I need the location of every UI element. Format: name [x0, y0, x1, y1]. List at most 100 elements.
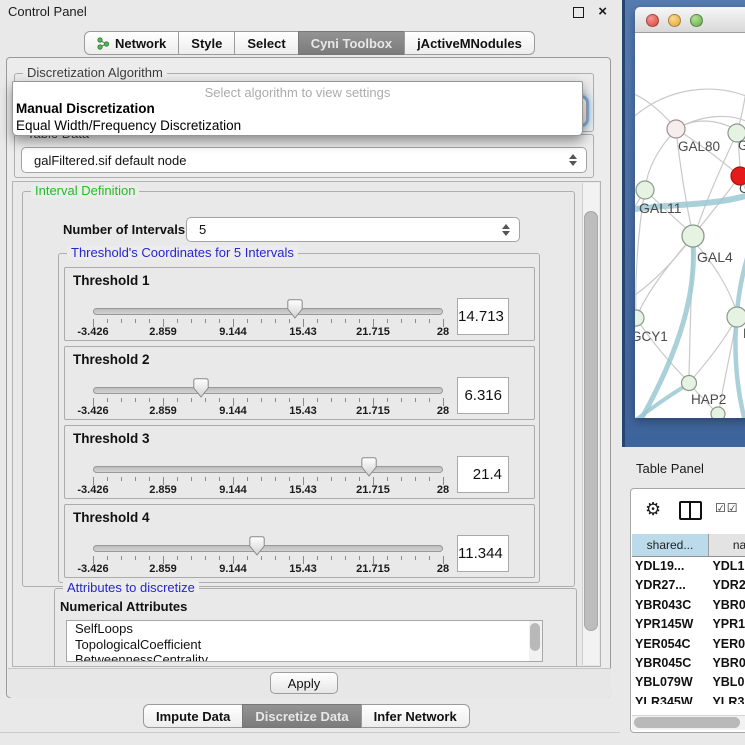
table-row[interactable]: YBL079WYBL0: [632, 673, 745, 692]
slider-tick: [387, 319, 388, 323]
cell-shared-name[interactable]: YBR043C: [632, 596, 708, 615]
threshold-4-label: Threshold 4: [73, 510, 150, 525]
network-window-titlebar[interactable]: [635, 7, 745, 33]
number-of-intervals-combobox[interactable]: 5: [186, 217, 520, 242]
threshold-1-slider-track[interactable]: [93, 308, 443, 315]
threshold-3-value-field[interactable]: 21.4: [457, 456, 509, 493]
threshold-2-slider-thumb[interactable]: [193, 378, 209, 398]
table-row[interactable]: YLR345WYLR3: [632, 693, 745, 704]
node-gal4[interactable]: [682, 225, 704, 247]
threshold-1-slider-thumb[interactable]: [287, 299, 303, 319]
dropdown-option-equal-width-frequency[interactable]: Equal Width/Frequency Discretization: [13, 117, 582, 134]
cell-shared-name[interactable]: YPR145W: [632, 615, 708, 634]
slider-tick: [177, 556, 178, 560]
column-header-name[interactable]: na: [709, 534, 745, 556]
network-canvas[interactable]: GAL80 G C GAL11 GAL4 GCY1 H HAP2: [635, 33, 745, 418]
attributes-list-scrollbar[interactable]: [529, 621, 542, 661]
cell-shared-name[interactable]: YER054C: [632, 635, 708, 654]
table-row[interactable]: YBR043CYBR0: [632, 596, 745, 615]
attribute-list-item[interactable]: TopologicalCoefficient: [67, 637, 542, 653]
network-view-window[interactable]: GAL80 G C GAL11 GAL4 GCY1 H HAP2: [635, 7, 745, 418]
slider-tick: [275, 477, 276, 481]
mac-minimize-button[interactable]: [668, 14, 681, 27]
cell-name[interactable]: YPR1: [708, 615, 745, 634]
cell-name[interactable]: YBR0: [708, 596, 745, 615]
node-gal80[interactable]: [667, 120, 685, 138]
tab-network-label: Network: [115, 36, 166, 51]
node-label-hap2: HAP2: [691, 392, 726, 407]
slider-tick: [219, 556, 220, 560]
cell-shared-name[interactable]: YDR27...: [632, 576, 708, 595]
table-row[interactable]: YBR045CYBR0: [632, 654, 745, 673]
slider-tick: [401, 477, 402, 481]
threshold-4-slider-thumb[interactable]: [249, 536, 265, 556]
cell-shared-name[interactable]: YBR045C: [632, 654, 708, 673]
tab-discretize-data[interactable]: Discretize Data: [242, 704, 361, 728]
close-icon[interactable]: ×: [598, 2, 607, 22]
threshold-2-slider-track[interactable]: [93, 387, 443, 394]
scale-tick-label: 9.144: [219, 326, 247, 338]
interval-definition-title: Interval Definition: [31, 184, 139, 198]
cell-shared-name[interactable]: YBL079W: [632, 673, 708, 692]
numerical-attributes-list[interactable]: SelfLoopsTopologicalCoefficientBetweenne…: [66, 620, 543, 662]
tab-select[interactable]: Select: [234, 31, 298, 55]
table-row[interactable]: YPR145WYPR1: [632, 615, 745, 634]
slider-tick: [191, 398, 192, 402]
table-data-group: Table Data galFiltered.sif default node: [14, 134, 594, 178]
float-window-icon[interactable]: [573, 7, 584, 18]
dropdown-option-manual-discretization[interactable]: Manual Discretization: [13, 100, 582, 117]
tab-jactivemnodules[interactable]: jActiveMNodules: [404, 31, 535, 55]
tab-infer-network[interactable]: Infer Network: [361, 704, 470, 728]
settings-scrollbar-thumb[interactable]: [584, 211, 598, 631]
table-data-combobox[interactable]: galFiltered.sif default node: [21, 147, 587, 173]
columns-icon[interactable]: [679, 501, 702, 520]
table-row[interactable]: YDL19...YDL1: [632, 557, 745, 576]
slider-scale-labels: -3.4262.8599.14415.4321.71528: [93, 563, 443, 575]
cell-name[interactable]: YBL0: [708, 673, 745, 692]
slider-tick: [247, 477, 248, 481]
column-header-shared[interactable]: shared...: [632, 534, 709, 556]
attributes-to-discretize-title: Attributes to discretize: [63, 581, 199, 595]
mac-zoom-button[interactable]: [690, 14, 703, 27]
attribute-list-item[interactable]: BetweennessCentrality: [67, 652, 542, 662]
gear-icon[interactable]: ⚙: [645, 499, 661, 519]
mac-close-button[interactable]: [646, 14, 659, 27]
slider-tick: [331, 319, 332, 323]
tab-network[interactable]: Network: [84, 31, 179, 55]
cell-name[interactable]: YER0: [708, 635, 745, 654]
node-gcy1[interactable]: [635, 310, 644, 326]
table-row[interactable]: YER054CYER0: [632, 635, 745, 654]
checkboxes-icon[interactable]: ☑☑: [715, 501, 739, 515]
cell-name[interactable]: YDR2: [708, 576, 745, 595]
tab-cyni-toolbox[interactable]: Cyni Toolbox: [298, 31, 405, 55]
threshold-2-value-field[interactable]: 6.316: [457, 377, 509, 414]
table-horizontal-scrollbar[interactable]: [632, 715, 745, 730]
bottom-tab-bar: Impute Data Discretize Data Infer Networ…: [143, 704, 470, 728]
threshold-3-slider-thumb[interactable]: [361, 457, 377, 477]
attribute-list-item[interactable]: SelfLoops: [67, 621, 542, 637]
threshold-1-value-field[interactable]: 14.713: [457, 298, 509, 335]
threshold-4-value-field[interactable]: 11.344: [457, 535, 509, 572]
cell-name[interactable]: YDL1: [708, 557, 745, 576]
tab-style[interactable]: Style: [178, 31, 235, 55]
node-h[interactable]: [727, 307, 745, 327]
tab-impute-data[interactable]: Impute Data: [143, 704, 243, 728]
interval-definition-group: Interval Definition Number of Intervals …: [22, 191, 575, 587]
threshold-3-label: Threshold 3: [73, 431, 150, 446]
slider-tick: [219, 477, 220, 481]
table-row[interactable]: YDR27...YDR2: [632, 576, 745, 595]
node-bottom-partial[interactable]: [711, 407, 725, 418]
node-hap2[interactable]: [682, 376, 697, 391]
settings-vertical-scrollbar[interactable]: [582, 183, 599, 665]
node-gal11[interactable]: [636, 181, 654, 199]
apply-button[interactable]: Apply: [270, 672, 338, 694]
slider-tick: [121, 556, 122, 560]
threshold-4-slider-track[interactable]: [93, 545, 443, 552]
table-panel-toolbar: ⚙ ☑☑: [631, 489, 745, 531]
table-hscrollbar-thumb[interactable]: [634, 717, 740, 728]
cell-shared-name[interactable]: YLR345W: [632, 693, 708, 704]
cell-name[interactable]: YLR3: [708, 693, 745, 704]
threshold-3-slider-track[interactable]: [93, 466, 443, 473]
cell-shared-name[interactable]: YDL19...: [632, 557, 708, 576]
cell-name[interactable]: YBR0: [708, 654, 745, 673]
